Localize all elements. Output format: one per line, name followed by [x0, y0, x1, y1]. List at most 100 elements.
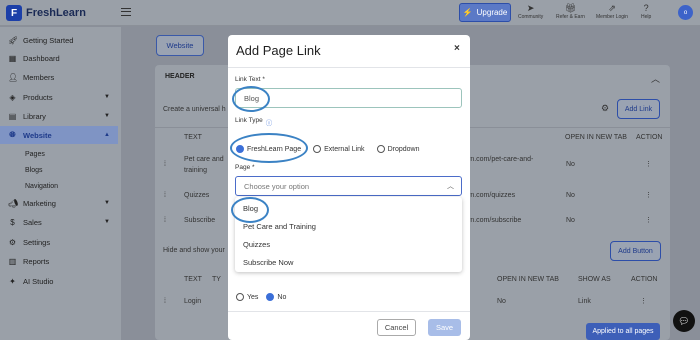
sidebar-item-website[interactable]: 🌐︎ Website ▲: [0, 126, 118, 144]
sidebar-item-settings[interactable]: ⚙ Settings: [0, 233, 118, 251]
dropdown-option-blog[interactable]: Blog: [243, 204, 258, 213]
avatar[interactable]: o: [678, 5, 693, 20]
column-header-text: TEXT: [184, 276, 202, 283]
radio-dropdown[interactable]: Dropdown: [376, 145, 420, 153]
save-button[interactable]: Save: [428, 319, 461, 336]
more-icon[interactable]: ⋮: [645, 191, 652, 199]
sidebar-subitem-pages[interactable]: Pages: [25, 151, 45, 158]
gear-icon: ⚙: [8, 237, 17, 247]
top-bar: F FreshLearn ⚡ Upgrade ➤ Community 🎁︎ Re…: [0, 0, 700, 26]
sidebar-item-label: Website: [23, 130, 52, 140]
sidebar-item-reports[interactable]: ▥ Reports: [0, 252, 118, 270]
column-header-open-new-tab: OPEN IN NEW TAB: [565, 134, 627, 141]
radio-unselected-icon: [376, 145, 385, 153]
radio-label: No: [277, 293, 287, 301]
column-header-open-new-tab: OPEN IN NEW TAB: [497, 276, 559, 283]
radio-freshlearn-page[interactable]: FreshLearn Page: [236, 145, 301, 153]
logo-text: FreshLearn: [26, 7, 86, 19]
radio-no[interactable]: No: [266, 293, 286, 301]
row-url: rn.com/subscribe: [468, 217, 522, 224]
sidebar-item-label: Products: [23, 92, 53, 102]
menu-icon[interactable]: [121, 8, 131, 16]
sidebar-item-ai-studio[interactable]: ✦ AI Studio: [0, 272, 118, 290]
cancel-button[interactable]: Cancel: [377, 319, 416, 336]
page-label: Page *: [235, 164, 255, 171]
page-select-placeholder: Choose your option: [244, 181, 310, 191]
sidebar-item-getting-started[interactable]: 🚀︎ Getting Started: [0, 31, 118, 49]
add-link-button[interactable]: Add Link: [617, 99, 660, 119]
sidebar-item-products[interactable]: ◈ Products ▼: [0, 88, 118, 106]
bolt-icon: ⚡: [462, 8, 473, 17]
sidebar: 🚀︎ Getting Started ▦ Dashboard 👤︎ Member…: [0, 27, 121, 340]
drag-handle-icon[interactable]: ⁞: [164, 192, 166, 199]
page-dropdown-menu: Blog Pet Care and Training Quizzes Subsc…: [235, 197, 462, 272]
refer-earn-button[interactable]: 🎁︎ Refer & Earn: [556, 3, 585, 20]
sidebar-item-label: AI Studio: [23, 276, 54, 286]
chat-icon[interactable]: 💬︎: [673, 310, 695, 332]
radio-label: Dropdown: [387, 145, 420, 153]
upgrade-button[interactable]: ⚡ Upgrade: [459, 3, 511, 22]
link-type-label: Link Type: [235, 117, 263, 124]
info-icon[interactable]: ⓘ: [266, 117, 273, 127]
dropdown-option-pet-care[interactable]: Pet Care and Training: [243, 222, 316, 231]
sidebar-item-label: Library: [23, 111, 46, 121]
sidebar-item-members[interactable]: 👤︎ Members: [0, 68, 118, 86]
more-icon[interactable]: ⋮: [645, 160, 652, 168]
radio-label: External Link: [324, 145, 365, 153]
sidebar-item-sales[interactable]: $ Sales ▼: [0, 213, 118, 231]
radio-label: Yes: [247, 293, 259, 301]
add-button-button[interactable]: Add Button: [610, 241, 661, 261]
header-description: Create a universal h: [163, 106, 226, 113]
dollar-icon: $: [10, 217, 15, 227]
column-header-type: TY: [212, 276, 221, 283]
radio-yes[interactable]: Yes: [236, 293, 258, 301]
chevron-up-icon: ▲: [104, 132, 110, 138]
row-new-tab: No: [497, 298, 506, 305]
logo[interactable]: F FreshLearn: [6, 5, 86, 21]
radio-label: FreshLearn Page: [247, 145, 302, 153]
link-type-radio-group: FreshLearn Page External Link Dropdown: [236, 145, 419, 153]
drag-handle-icon[interactable]: ⁞: [164, 217, 166, 224]
help-button[interactable]: ? Help: [641, 3, 651, 20]
drag-handle-icon[interactable]: ⁞: [164, 298, 166, 305]
column-header-action: ACTION: [631, 276, 658, 283]
community-button[interactable]: ➤ Community: [518, 3, 543, 20]
column-header-action: ACTION: [636, 134, 663, 141]
link-text-input[interactable]: Blog: [235, 88, 462, 108]
sidebar-item-label: Marketing: [23, 198, 56, 208]
chevron-up-icon: ︿: [447, 183, 454, 190]
tab-website[interactable]: Website: [156, 35, 204, 56]
applied-to-all-pages-button[interactable]: Applied to all pages: [586, 323, 660, 340]
community-icon: ➤: [526, 3, 535, 13]
panel-title: HEADER: [165, 73, 195, 80]
rocket-icon: 🚀︎: [8, 35, 19, 45]
sidebar-item-label: Reports: [23, 256, 50, 266]
dropdown-option-quizzes[interactable]: Quizzes: [243, 240, 270, 249]
radio-external-link[interactable]: External Link: [313, 145, 365, 153]
more-icon[interactable]: ⋮: [640, 297, 647, 305]
divider: [228, 67, 470, 68]
dropdown-option-subscribe-now[interactable]: Subscribe Now: [243, 258, 293, 267]
row-text: Pet care and: [184, 156, 224, 163]
row-text: Quizzes: [184, 192, 210, 199]
sidebar-subitem-navigation[interactable]: Navigation: [25, 183, 58, 190]
external-link-icon: ⇗: [608, 3, 616, 13]
sidebar-item-label: Dashboard: [23, 53, 60, 63]
close-icon[interactable]: ×: [454, 43, 460, 54]
ai-icon: ✦: [9, 276, 16, 286]
gear-icon[interactable]: ⚙: [601, 103, 609, 114]
more-icon[interactable]: ⋮: [645, 216, 652, 224]
member-login-button[interactable]: ⇗ Member Login: [596, 3, 628, 20]
sidebar-item-library[interactable]: ▤ Library ▼: [0, 107, 118, 125]
sidebar-item-marketing[interactable]: 📣︎ Marketing ▼: [0, 194, 118, 212]
drag-handle-icon[interactable]: ⁞: [164, 161, 166, 168]
community-label: Community: [518, 14, 544, 20]
link-type-label-row: Link Type ⓘ: [235, 117, 272, 127]
row-text-cont: training: [184, 167, 207, 174]
chevron-up-icon[interactable]: ︿: [651, 72, 660, 85]
footer-description: Hide and show your: [163, 247, 225, 254]
sidebar-item-dashboard[interactable]: ▦ Dashboard: [0, 49, 118, 67]
sidebar-subitem-blogs[interactable]: Blogs: [25, 167, 43, 174]
row-new-tab: No: [566, 161, 575, 168]
page-select[interactable]: Choose your option ︿: [235, 176, 462, 196]
